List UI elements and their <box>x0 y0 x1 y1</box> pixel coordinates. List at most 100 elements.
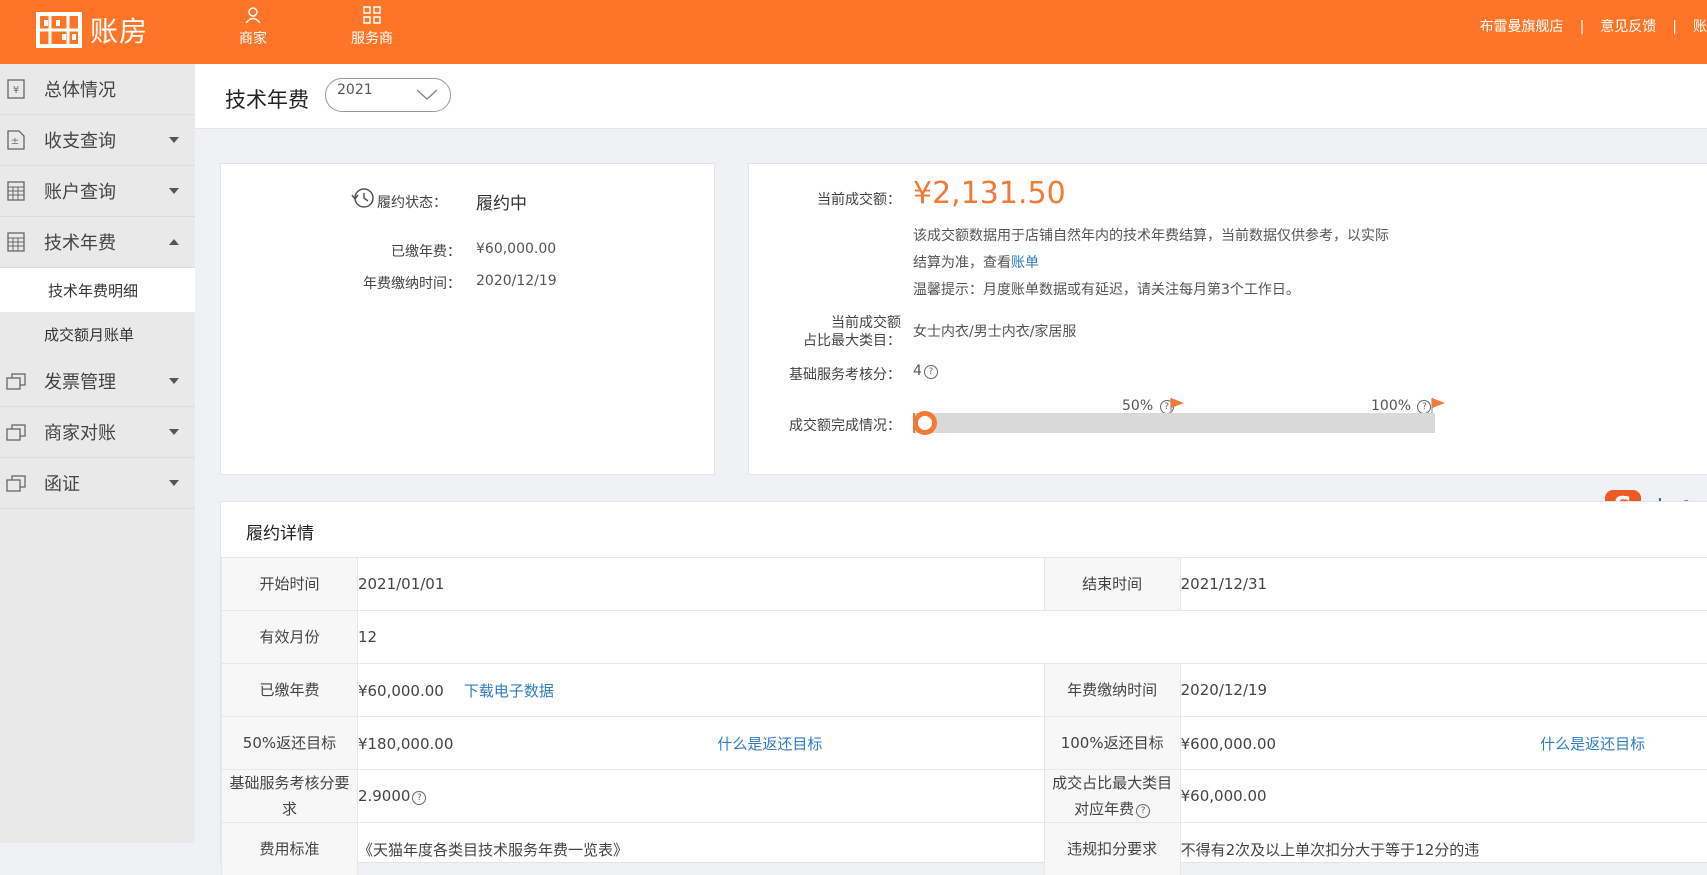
help-icon[interactable]: ? <box>412 791 426 805</box>
help-icon[interactable]: ? <box>1136 804 1150 818</box>
help-icon[interactable]: ? <box>924 365 938 379</box>
logo-text: 账房 <box>90 10 148 50</box>
title-bar: 技术年费 2021 <box>195 64 1707 129</box>
table-row: 开始时间 2021/01/01 结束时间 2021/12/31 <box>222 558 1707 611</box>
table-row: 基础服务考核分要求 2.9000? 成交占比最大类目对应年费? ¥60,000.… <box>222 770 1707 823</box>
progress-track <box>913 413 1435 433</box>
progress-label: 成交额完成情况： <box>789 415 901 435</box>
nav-merchant-label: 商家 <box>239 28 267 48</box>
sidebar-subitem-monthly-bill[interactable]: 成交额月账单 <box>0 312 195 356</box>
sidebar-item-tech-fee[interactable]: 技术年费 <box>0 217 195 268</box>
paid-time-value: 2020/12/19 <box>476 273 557 289</box>
mark-100-text: 100% <box>1371 398 1411 414</box>
chevron-down-icon <box>416 89 438 101</box>
status-label: 履约状态： <box>377 192 447 212</box>
table-cell: 2020/12/19 <box>1180 664 1707 717</box>
status-card: 履约状态： 履约中 已缴年费： ¥60,000.00 年费缴纳时间： 2020/… <box>220 163 715 475</box>
history-clock-icon <box>351 187 375 209</box>
table-cell: ¥60,000.00下载电子数据 <box>357 664 1044 717</box>
detail-card: 履约详情 开始时间 2021/01/01 结束时间 2021/12/31 有效月… <box>220 501 1707 863</box>
table-header-cell: 违规扣分要求 <box>1044 823 1180 875</box>
table-cell: 2021/12/31 <box>1180 558 1707 611</box>
nav-service-provider[interactable]: 服务商 <box>351 6 393 48</box>
feedback-link[interactable]: 意见反馈 <box>1600 19 1656 35</box>
table-header-cell: 结束时间 <box>1044 558 1180 611</box>
table-header-cell: 50%返还目标 <box>222 717 358 770</box>
year-select[interactable]: 2021 <box>325 78 451 112</box>
table-row: 已缴年费 ¥60,000.00下载电子数据 年费缴纳时间 2020/12/19 <box>222 664 1707 717</box>
chevron-down-icon <box>169 188 179 194</box>
table-cell: ¥60,000.00 <box>1180 770 1707 823</box>
detail-title: 履约详情 <box>246 519 314 544</box>
table-cell: ¥180,000.00什么是返还目标 <box>357 717 1044 770</box>
plus-minus-doc-icon: ± <box>6 130 26 150</box>
sidebar-item-invoice[interactable]: 发票管理 <box>0 356 195 407</box>
table-header-cell: 已缴年费 <box>222 664 358 717</box>
sidebar-item-label: 技术年费 <box>44 229 116 255</box>
calculator-icon <box>6 181 26 201</box>
download-data-link[interactable]: 下载电子数据 <box>464 682 554 700</box>
what-is-rebate-link[interactable]: 什么是返还目标 <box>717 735 822 753</box>
table-cell: 2.9000? <box>357 770 1044 823</box>
max-cat-label: 成交占比最大类目对应年费 <box>1052 774 1172 818</box>
sidebar-item-reconciliation[interactable]: 商家对账 <box>0 407 195 458</box>
nav-merchant[interactable]: 商家 <box>239 6 267 48</box>
table-cell: 12 <box>357 611 1707 664</box>
separator: | <box>1672 19 1677 35</box>
mark-50-label: 50% ? <box>1122 398 1174 414</box>
current-sales-value: ¥2,131.50 <box>913 176 1066 211</box>
main-content: 技术年费 2021 履约状态： 履约中 已缴年费： ¥60,000.00 年费缴… <box>195 64 1707 843</box>
table-row: 50%返还目标 ¥180,000.00什么是返还目标 100%返还目标 ¥600… <box>222 717 1707 770</box>
grid-icon <box>363 6 381 24</box>
sidebar-subitem-tech-fee-detail[interactable]: 技术年费明细 <box>0 268 195 312</box>
logo[interactable]: 账房 <box>36 10 148 50</box>
sidebar-item-confirmation[interactable]: 函证 <box>0 458 195 509</box>
fee-standard-link[interactable]: 《天猫年度各类目技术服务年费一览表》 <box>357 823 1044 875</box>
score-req-value: 2.9000 <box>358 787 411 805</box>
table-header-cell: 费用标准 <box>222 823 358 875</box>
sales-card: 当前成交额： ¥2,131.50 该成交额数据用于店铺自然年内的技术年费结算，当… <box>748 163 1707 475</box>
score-label: 基础服务考核分： <box>789 364 901 384</box>
paid-fee-label: 已缴年费： <box>391 241 461 261</box>
separator: | <box>1580 19 1585 35</box>
sidebar-item-income-expense[interactable]: ± 收支查询 <box>0 115 195 166</box>
table-header-cell: 开始时间 <box>222 558 358 611</box>
store-name-link[interactable]: 布雷曼旗舰店 <box>1480 19 1564 35</box>
sidebar-item-label: 函证 <box>44 470 80 496</box>
what-is-rebate-link[interactable]: 什么是返还目标 <box>1540 735 1645 753</box>
chevron-down-icon <box>169 378 179 384</box>
sales-note-line2: 结算为准，查看账单 <box>913 252 1039 272</box>
bill-link[interactable]: 账单 <box>1011 255 1039 271</box>
category-value: 女士内衣/男士内衣/家居服 <box>913 321 1076 341</box>
progress-knob <box>913 411 937 435</box>
chevron-down-icon <box>169 429 179 435</box>
abacus-logo-icon <box>36 12 82 48</box>
top-links: 布雷曼旗舰店 | 意见反馈 | 账 <box>1472 16 1707 36</box>
sidebar-item-overview[interactable]: ¥ 总体情况 <box>0 64 195 115</box>
table-header-cell: 成交占比最大类目对应年费? <box>1044 770 1180 823</box>
score-value: 4 <box>913 363 922 379</box>
mark-100-label: 100% ? <box>1371 398 1431 414</box>
sidebar-item-label: 总体情况 <box>44 76 116 102</box>
table-header-cell: 100%返还目标 <box>1044 717 1180 770</box>
table-header-cell: 年费缴纳时间 <box>1044 664 1180 717</box>
sales-note-line1: 该成交额数据用于店铺自然年内的技术年费结算，当前数据仅供参考，以实际 <box>913 225 1389 245</box>
table-cell: 不得有2次及以上单次扣分大于等于12分的违 <box>1180 823 1707 875</box>
stacked-cards-icon <box>6 422 26 442</box>
paid-time-label: 年费缴纳时间： <box>363 273 461 293</box>
chevron-down-icon <box>169 480 179 486</box>
sidebar-item-label: 商家对账 <box>44 419 116 445</box>
mark-50-text: 50% <box>1122 398 1153 414</box>
user-icon <box>244 6 262 24</box>
sidebar-item-account[interactable]: 账户查询 <box>0 166 195 217</box>
sales-tip: 温馨提示：月度账单数据或有延迟，请关注每月第3个工作日。 <box>913 279 1300 299</box>
svg-text:¥: ¥ <box>13 85 19 96</box>
sidebar-item-label: 发票管理 <box>44 368 116 394</box>
table-row: 有效月份 12 <box>222 611 1707 664</box>
score-value-wrap: 4? <box>913 363 938 379</box>
paid-fee-value: ¥60,000.00 <box>476 241 556 257</box>
account-link[interactable]: 账 <box>1693 19 1707 35</box>
stacked-cards-icon <box>6 473 26 493</box>
sidebar-item-label: 收支查询 <box>44 127 116 153</box>
table-row: 费用标准 《天猫年度各类目技术服务年费一览表》 违规扣分要求 不得有2次及以上单… <box>222 823 1707 875</box>
